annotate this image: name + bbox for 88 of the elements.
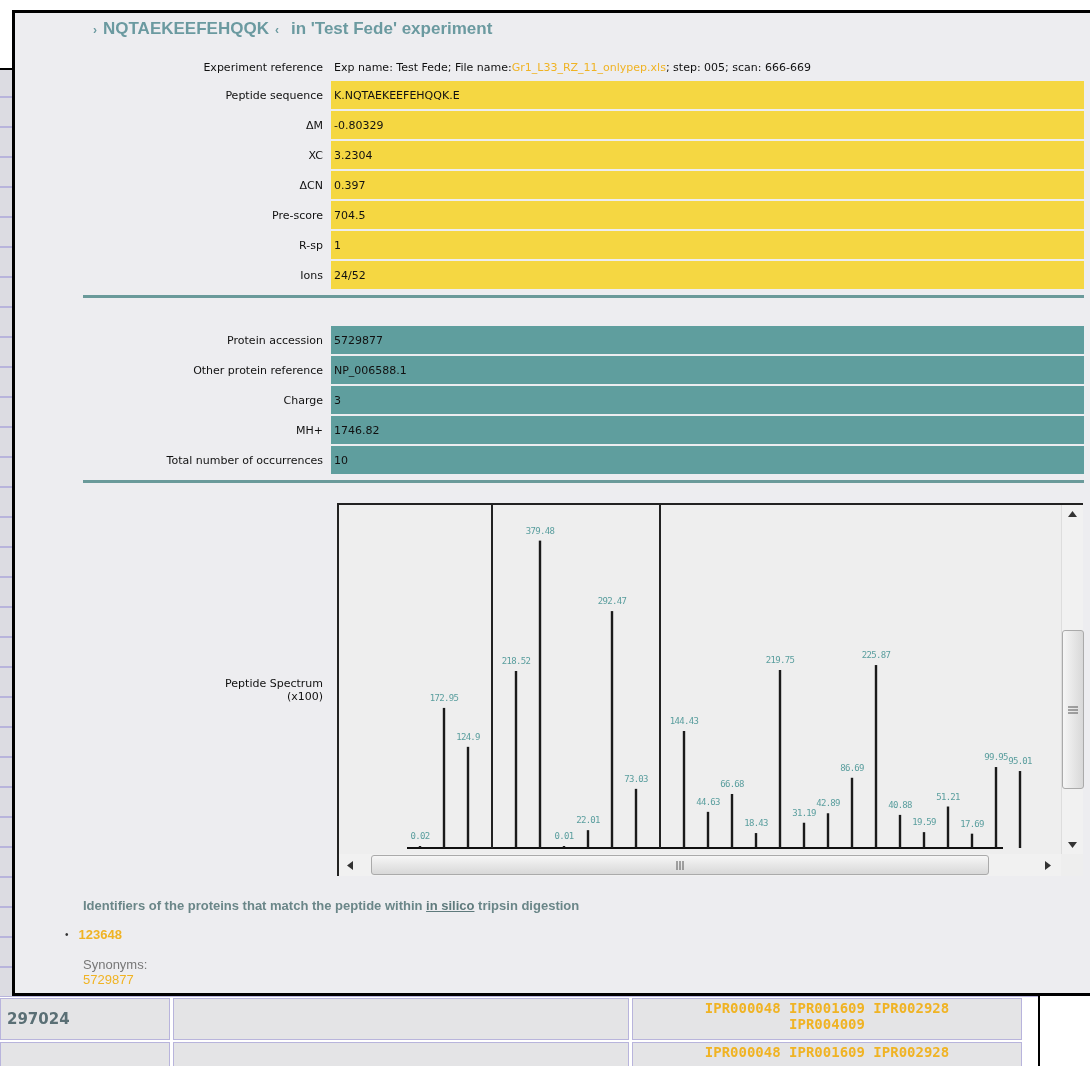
- domain-list[interactable]: IPR000048 IPR001609 IPR002928: [704, 1044, 950, 1060]
- domain-list[interactable]: IPR004009: [789, 1016, 865, 1032]
- peak-label: 73.03: [624, 773, 648, 784]
- spectrum-peak: [802, 822, 806, 848]
- field-label: Pre-score: [271, 208, 323, 222]
- peak-label: 44.63: [696, 796, 720, 807]
- field-label: R-sp: [298, 238, 323, 252]
- unit-label: (x100): [285, 689, 323, 703]
- peak-label: 225.87: [861, 650, 891, 661]
- field-label: Charge: [282, 393, 323, 407]
- field-label: Experiment reference: [202, 60, 323, 74]
- spectrum-peak: [586, 830, 590, 848]
- domain-list[interactable]: IPR000048 IPR001609 IPR002928: [704, 1000, 950, 1016]
- title-mark: ‹: [274, 23, 279, 37]
- peak-label: 31.19: [792, 807, 816, 818]
- peak-label: 0.02: [410, 831, 430, 841]
- peak-label: 86.69: [840, 762, 864, 773]
- synonym-link[interactable]: 5729877: [83, 972, 1090, 987]
- field-value: Exp name: Test Fede; File name:Gr1_L33_RZ_11_onlypep.xls; step: 005; scan: 666-669: [333, 59, 812, 76]
- field-value: 24/52: [331, 261, 1084, 289]
- field-label: Peptide sequence: [224, 88, 323, 102]
- peak-label: 66.68: [720, 779, 744, 789]
- field-label: MH+: [295, 423, 323, 437]
- section-heading: Identifiers of the proteins that match the peptide within in silico tripsin digestion: [83, 898, 581, 913]
- peak-label: 124.9: [456, 731, 480, 742]
- peak-label: 219.75: [765, 655, 795, 665]
- spectrum-peak: [898, 814, 902, 848]
- field-label: ΔCN: [298, 178, 323, 192]
- field-value: 0.397: [331, 171, 1084, 199]
- protein-id: 297024: [6, 1010, 70, 1028]
- spectrum-peak: [754, 833, 758, 848]
- field-value: 704.5: [331, 201, 1084, 229]
- spectrum-peak: [922, 832, 926, 848]
- spectrum-peak: [730, 794, 734, 848]
- grip-icon: [675, 860, 685, 870]
- up-arrow-icon[interactable]: [1068, 511, 1077, 517]
- peptide-title: NQTAEKEEFEHQQK: [103, 19, 269, 39]
- peak-label: 0.01: [554, 831, 574, 841]
- scrollbar-thumb[interactable]: [371, 855, 989, 875]
- field-value: 1: [331, 231, 1084, 259]
- spectrum-peak: [970, 833, 974, 848]
- grip-icon: [1067, 705, 1078, 714]
- protein-link[interactable]: 123648: [78, 927, 122, 943]
- peak-label: 144.43: [669, 716, 699, 726]
- peak-label: 40.88: [888, 799, 912, 810]
- scrollbar-thumb[interactable]: [1061, 630, 1084, 789]
- field-value: -0.80329: [331, 111, 1084, 139]
- peak-label: 379.48: [525, 525, 555, 536]
- field-label: Protein accession: [226, 333, 323, 347]
- left-arrow-icon[interactable]: [347, 860, 353, 870]
- peak-label: 18.43: [744, 818, 768, 829]
- experiment-title: in 'Test Fede' experiment: [290, 19, 493, 39]
- field-value: 10: [331, 446, 1084, 474]
- peak-label: 22.01: [576, 815, 600, 826]
- field-value: 5729877: [331, 326, 1084, 354]
- peak-label: 95.01: [1008, 756, 1032, 767]
- synonyms-label: Synonyms:: [83, 957, 149, 972]
- field-label: XC: [307, 148, 323, 162]
- vertical-scrollbar[interactable]: [1061, 505, 1083, 854]
- field-label: ΔM: [305, 118, 323, 132]
- peak-label: 99.95: [984, 752, 1008, 763]
- field-value: 3: [331, 386, 1084, 414]
- field-value: 1746.82: [331, 416, 1084, 444]
- spectrum-peak: [826, 813, 830, 848]
- peak-label: 292.47: [597, 596, 627, 607]
- peak-label: 19.59: [912, 817, 936, 828]
- title-mark: ›: [93, 23, 97, 37]
- field-value: NP_006588.1: [331, 356, 1084, 384]
- peak-label: 218.52: [501, 656, 531, 666]
- field-value: 3.2304: [331, 141, 1084, 169]
- field-value: K.NQTAEKEEFEHQQK.E: [331, 81, 1084, 109]
- spectrum-peak: [946, 806, 950, 848]
- peak-label: 172.95: [429, 692, 459, 703]
- peak-label: 17.69: [960, 818, 984, 829]
- spectrum-peak: [634, 788, 638, 848]
- field-label: Other protein reference: [192, 363, 323, 377]
- right-arrow-icon[interactable]: [1045, 860, 1051, 870]
- down-arrow-icon[interactable]: [1068, 842, 1077, 848]
- field-label: Total number of occurrences: [165, 453, 323, 467]
- list-bullet: •: [65, 928, 69, 942]
- spectrum-peak: [706, 811, 710, 848]
- file-link[interactable]: Gr1_L33_RZ_11_onlypep.xls: [511, 60, 666, 74]
- spectrum-peak: [850, 777, 854, 848]
- peak-label: 51.21: [936, 791, 960, 802]
- field-label: Ions: [299, 268, 323, 282]
- in-silico-link[interactable]: in silico: [426, 898, 475, 913]
- peak-label: 42.89: [816, 798, 840, 809]
- field-label: Peptide Spectrum: [224, 676, 323, 690]
